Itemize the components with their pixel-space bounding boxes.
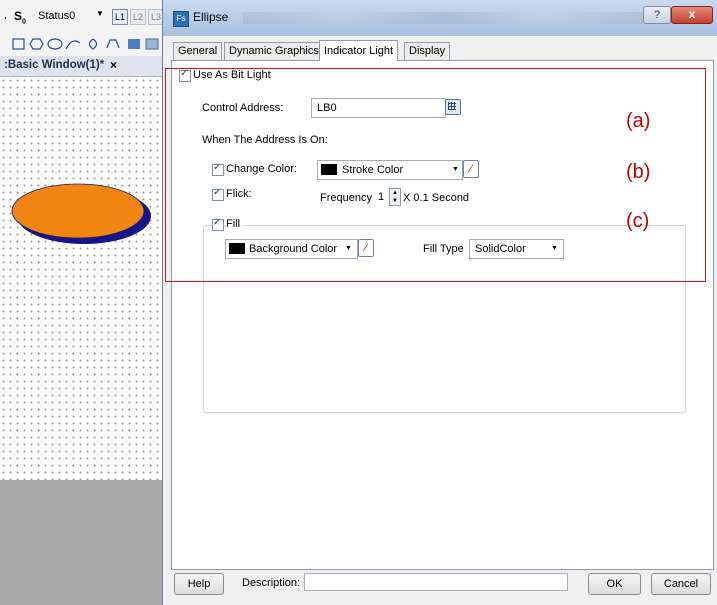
annotation-c: (c) <box>626 210 650 232</box>
tab-indicator-light[interactable]: Indicator Light <box>319 40 399 61</box>
status-dropdown-icon[interactable]: ▼ <box>96 9 104 18</box>
dialog-titlebar[interactable]: Fs Ellipse ? x <box>163 0 717 36</box>
document-tab[interactable]: :Basic Window(1)* × <box>0 56 162 77</box>
tab-general[interactable]: General <box>173 42 223 60</box>
polygon-tool-icon <box>29 38 44 50</box>
editor-canvas[interactable] <box>0 77 162 480</box>
chord-tool-icon <box>88 38 98 50</box>
ellipse-shape[interactable] <box>0 77 162 247</box>
annotation-b: (b) <box>626 161 651 183</box>
shape-tool-icons[interactable] <box>0 34 162 56</box>
help-button[interactable]: Help <box>174 573 224 595</box>
tab-display[interactable]: Display <box>404 42 451 60</box>
app-icon: Fs <box>173 11 189 27</box>
description-input[interactable] <box>304 573 568 591</box>
layer-2-icon[interactable]: L2 <box>130 9 146 25</box>
shape-toolbar <box>0 34 162 56</box>
toolbar-separator: , <box>4 10 7 21</box>
editor-empty-area <box>0 480 162 605</box>
annotation-a: (a) <box>626 110 651 132</box>
status-icon: S0 <box>14 9 26 26</box>
rectangle-tool-icon <box>12 38 25 50</box>
description-label: Description: <box>242 577 301 589</box>
pie-tool-icon <box>106 39 120 49</box>
editor-background: , S0 Status0 ▼ L1 L2 L3 :Basic Window(1)… <box>0 0 164 605</box>
dialog-title: Ellipse <box>193 10 229 24</box>
title-blurred-region <box>243 12 643 24</box>
help-titlebar-button[interactable]: ? <box>643 6 671 24</box>
arc-tool-icon <box>65 40 81 50</box>
image-tool-icon <box>128 39 140 49</box>
tab-dynamic-graphics[interactable]: Dynamic Graphics <box>224 42 324 60</box>
close-button[interactable]: x <box>671 6 713 24</box>
annotation-box <box>165 68 706 282</box>
cancel-button[interactable]: Cancel <box>651 573 711 595</box>
text-tool-icon <box>145 38 159 50</box>
close-tab-icon[interactable]: × <box>110 58 117 72</box>
ok-button[interactable]: OK <box>588 573 641 595</box>
editor-toolbar: , S0 Status0 ▼ L1 L2 L3 <box>0 0 164 34</box>
document-tab-label[interactable]: :Basic Window(1)* <box>4 59 104 71</box>
ellipse-fill <box>11 183 145 239</box>
status-select[interactable]: Status0 <box>38 10 75 22</box>
ellipse-tool-icon <box>47 38 63 50</box>
layer-1-icon[interactable]: L1 <box>112 9 128 25</box>
